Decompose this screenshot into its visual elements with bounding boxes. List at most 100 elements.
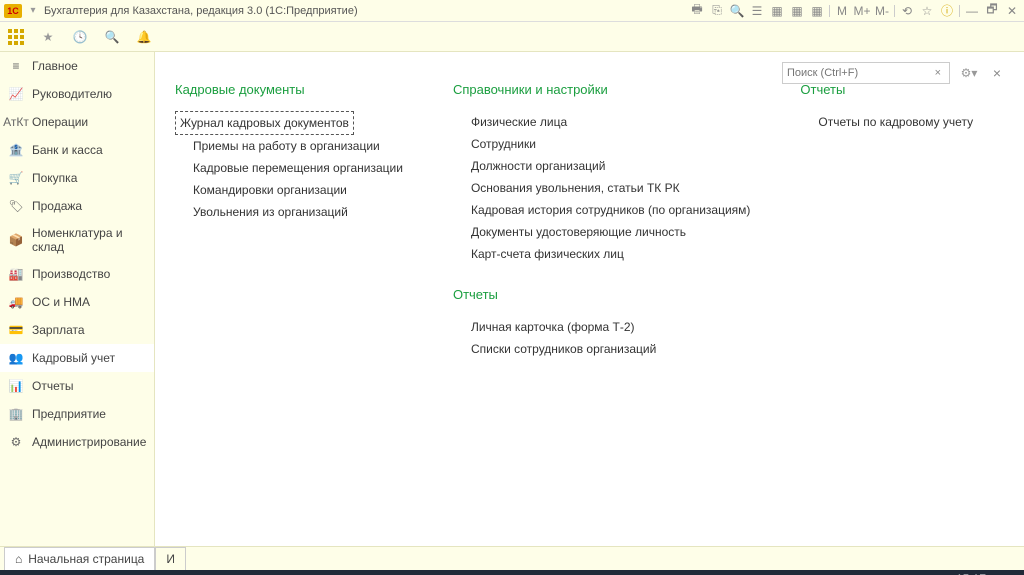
- taskbar-skype-icon[interactable]: S: [380, 570, 418, 575]
- toolbar-grid-icon[interactable]: ▦: [769, 3, 785, 19]
- memory-mplus-button[interactable]: M+: [854, 3, 870, 19]
- toolbar-star-icon[interactable]: ☆: [919, 3, 935, 19]
- dropdown-icon[interactable]: ▾: [26, 4, 40, 18]
- sidebar-item-reports[interactable]: 📊 Отчеты: [0, 372, 154, 400]
- link-employee-lists[interactable]: Списки сотрудников организаций: [453, 338, 750, 360]
- column-heading: Отчеты: [800, 82, 1000, 97]
- sidebar: ≡ Главное 📈Руководителю АтКтОперации 🏦Бан…: [0, 52, 155, 546]
- link-hr-history[interactable]: Кадровая история сотрудников (по организ…: [453, 199, 750, 221]
- sidebar-item-production[interactable]: 🏭 Производство: [0, 260, 154, 288]
- close-panel-button[interactable]: ×: [988, 64, 1006, 82]
- link-business-trips[interactable]: Командировки организации: [175, 179, 403, 201]
- taskbar-1c-icon[interactable]: 1C: [418, 570, 456, 575]
- sidebar-item-label: Покупка: [32, 171, 77, 185]
- link-individuals[interactable]: Физические лица: [453, 111, 750, 133]
- link-employees[interactable]: Сотрудники: [453, 133, 750, 155]
- history-icon[interactable]: 🕓: [72, 29, 88, 45]
- sidebar-item-bank[interactable]: 🏦Банк и касса: [0, 136, 154, 164]
- toolbar-print-icon[interactable]: 🖶: [689, 3, 705, 19]
- gear-icon: ⚙: [8, 434, 24, 450]
- sidebar-item-label: Производство: [32, 267, 110, 281]
- sidebar-item-label: Зарплата: [32, 323, 85, 337]
- memory-mminus-button[interactable]: M-: [874, 3, 890, 19]
- home-icon: ⌂: [15, 552, 22, 566]
- tag-icon: 🏷: [8, 198, 24, 214]
- packages-icon: 📦: [8, 232, 24, 248]
- settings-icon[interactable]: ⚙▾: [960, 64, 978, 82]
- sidebar-item-nomenclature[interactable]: 📦Номенклатура и склад: [0, 220, 154, 260]
- link-hr-journal[interactable]: Журнал кадровых документов: [175, 111, 354, 135]
- column-heading: Кадровые документы: [175, 82, 403, 97]
- toolbar-compare-icon[interactable]: 🔍: [729, 3, 745, 19]
- help-icon[interactable]: ⓘ: [939, 3, 955, 19]
- sidebar-item-label: Отчеты: [32, 379, 73, 393]
- link-hr-reports[interactable]: Отчеты по кадровому учету: [800, 111, 1000, 133]
- taskbar-explorer-icon[interactable]: 📁: [114, 570, 152, 575]
- titlebar: 1C ▾ Бухгалтерия для Казахстана, редакци…: [0, 0, 1024, 22]
- taskbar-word-icon[interactable]: W: [342, 570, 380, 575]
- sidebar-item-label: Руководителю: [32, 87, 112, 101]
- link-transfers[interactable]: Кадровые перемещения организации: [175, 157, 403, 179]
- sidebar-item-manager[interactable]: 📈Руководителю: [0, 80, 154, 108]
- taskbar-search-icon[interactable]: 🔍: [38, 570, 76, 575]
- column-subheading: Отчеты: [453, 287, 750, 302]
- sidebar-item-label: Главное: [32, 59, 78, 73]
- sidebar-item-label: ОС и НМА: [32, 295, 90, 309]
- search-box[interactable]: ×: [782, 62, 950, 84]
- taskbar-opera-icon[interactable]: ●: [304, 570, 342, 575]
- notifications-icon[interactable]: 🔔: [136, 29, 152, 45]
- search-input[interactable]: [787, 67, 931, 79]
- toolbar-copy-icon[interactable]: ⎘: [709, 3, 725, 19]
- tab-secondary[interactable]: И: [155, 547, 186, 570]
- window-restore-button[interactable]: 🗗: [984, 3, 1000, 19]
- sidebar-item-hr[interactable]: 👥Кадровый учет: [0, 344, 154, 372]
- favorites-icon[interactable]: ★: [40, 29, 56, 45]
- factory-icon: 🏭: [8, 266, 24, 282]
- toolbar-calendar-icon[interactable]: ▦: [789, 3, 805, 19]
- column-reports: Отчеты Отчеты по кадровому учету: [800, 82, 1000, 360]
- sidebar-item-label: Администрирование: [32, 435, 146, 449]
- toolbar-back-icon[interactable]: ⟲: [899, 3, 915, 19]
- link-card-accounts[interactable]: Карт-счета физических лиц: [453, 243, 750, 265]
- link-positions[interactable]: Должности организаций: [453, 155, 750, 177]
- taskbar-telegram-icon[interactable]: ✈: [266, 570, 304, 575]
- sidebar-item-assets[interactable]: 🚚ОС и НМА: [0, 288, 154, 316]
- sidebar-item-operations[interactable]: АтКтОперации: [0, 108, 154, 136]
- sidebar-item-sale[interactable]: 🏷Продажа: [0, 192, 154, 220]
- bank-icon: 🏦: [8, 142, 24, 158]
- link-dismissals[interactable]: Увольнения из организаций: [175, 201, 403, 223]
- sidebar-item-salary[interactable]: 💳Зарплата: [0, 316, 154, 344]
- clear-search-button[interactable]: ×: [931, 67, 945, 79]
- sidebar-item-enterprise[interactable]: 🏢Предприятие: [0, 400, 154, 428]
- link-hiring[interactable]: Приемы на работу в организации: [175, 135, 403, 157]
- toolbar-doc-icon[interactable]: ☰: [749, 3, 765, 19]
- menu-icon: ≡: [8, 58, 24, 74]
- taskbar-taskview-icon[interactable]: ⧉: [76, 570, 114, 575]
- tab-start-page[interactable]: ⌂ Начальная страница: [4, 547, 155, 570]
- building-icon: 🏢: [8, 406, 24, 422]
- taskbar-outlook-icon[interactable]: ✉: [190, 570, 228, 575]
- content-area: × ⚙▾ × Кадровые документы Журнал кадровы…: [155, 52, 1024, 546]
- window-close-button[interactable]: ✕: [1004, 3, 1020, 19]
- toolbar-calc-icon[interactable]: ▦: [809, 3, 825, 19]
- taskbar-edge-icon[interactable]: e: [152, 570, 190, 575]
- cart-icon: 🛒: [8, 170, 24, 186]
- memory-m-button[interactable]: M: [834, 3, 850, 19]
- link-personal-card-t2[interactable]: Личная карточка (форма Т-2): [453, 316, 750, 338]
- search-icon[interactable]: 🔍: [104, 29, 120, 45]
- sidebar-item-admin[interactable]: ⚙ Администрирование: [0, 428, 154, 456]
- sidebar-item-main[interactable]: ≡ Главное: [0, 52, 154, 80]
- taskbar-1c-icon-2[interactable]: 1C: [456, 570, 494, 575]
- tab-label: И: [166, 552, 175, 566]
- link-id-documents[interactable]: Документы удостоверяющие личность: [453, 221, 750, 243]
- link-dismissal-reasons[interactable]: Основания увольнения, статьи ТК РК: [453, 177, 750, 199]
- start-button[interactable]: [4, 570, 38, 575]
- column-heading: Справочники и настройки: [453, 82, 750, 97]
- window-minimize-button[interactable]: —: [964, 3, 980, 19]
- operations-icon: АтКт: [8, 114, 24, 130]
- chart-icon: 📊: [8, 378, 24, 394]
- sidebar-item-purchase[interactable]: 🛒 Покупка: [0, 164, 154, 192]
- sections-menu-icon[interactable]: [8, 29, 24, 45]
- taskbar-teamviewer-icon[interactable]: ◐: [228, 570, 266, 575]
- main-area: ≡ Главное 📈Руководителю АтКтОперации 🏦Бан…: [0, 52, 1024, 546]
